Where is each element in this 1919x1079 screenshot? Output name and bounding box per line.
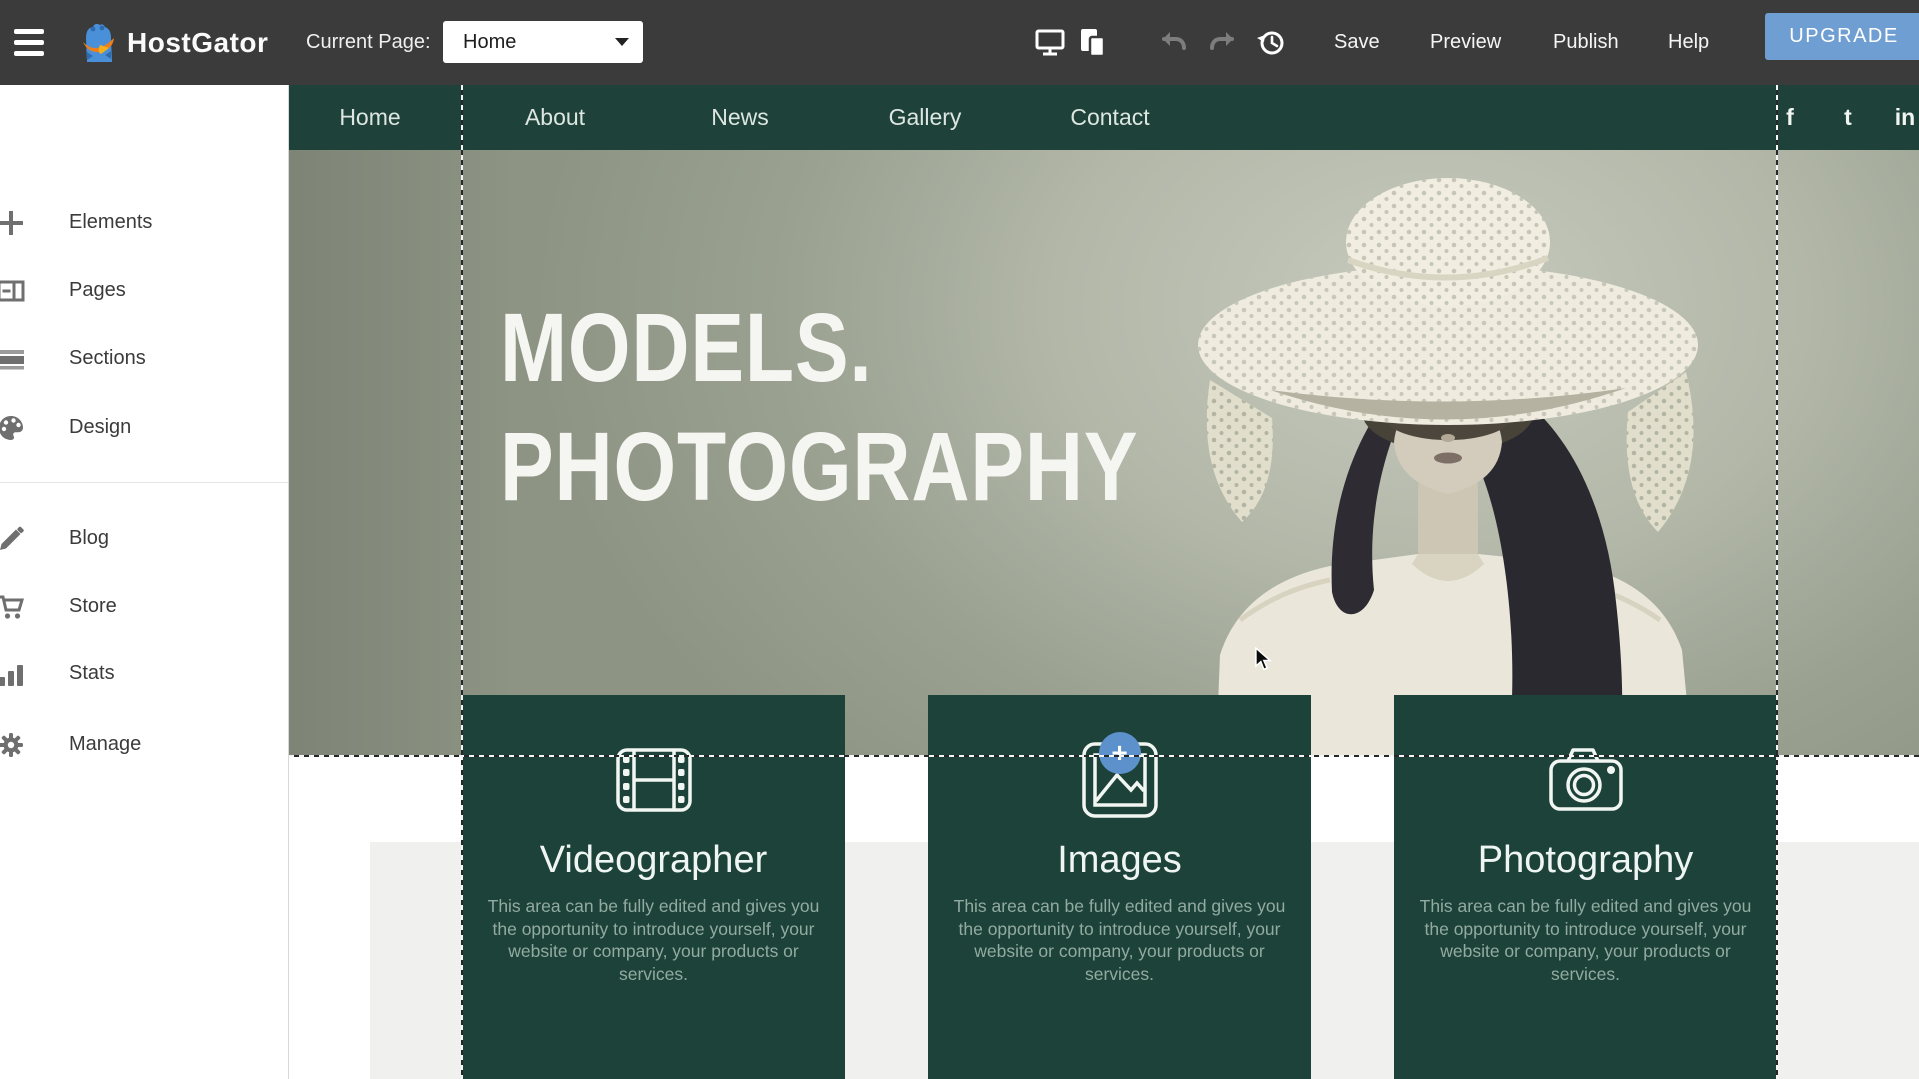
hostgator-gator-icon xyxy=(80,22,118,63)
linkedin-icon[interactable]: in xyxy=(1895,85,1915,150)
hero-section[interactable]: MODELS. PHOTOGRAPHY xyxy=(289,150,1919,755)
desktop-view-icon[interactable] xyxy=(1034,0,1066,85)
site-nav-contact[interactable]: Contact xyxy=(1070,85,1149,150)
card-body: This area can be fully edited and gives … xyxy=(954,895,1286,985)
current-page-label: Current Page: xyxy=(306,0,431,85)
sidebar-item-pages[interactable]: Pages xyxy=(0,270,288,310)
site-nav-home[interactable]: Home xyxy=(339,85,400,150)
twitter-icon[interactable]: t xyxy=(1844,85,1852,150)
hero-model-photo xyxy=(1180,150,1820,755)
plus-icon xyxy=(0,209,25,237)
page-selector-value: Home xyxy=(463,31,516,54)
site-menu-bar: Home About News Gallery Contact f t in xyxy=(289,85,1919,150)
site-nav-gallery[interactable]: Gallery xyxy=(889,85,962,150)
hostgator-website-builder: HostGator Current Page: Home xyxy=(0,0,1919,1079)
cart-icon xyxy=(0,593,25,621)
redo-icon[interactable] xyxy=(1208,0,1236,85)
hostgator-logo[interactable]: HostGator xyxy=(80,0,268,85)
card-body: This area can be fully edited and gives … xyxy=(488,895,820,985)
stats-icon xyxy=(0,660,25,688)
help-button[interactable]: Help xyxy=(1668,0,1709,85)
editor-sidebar: Elements Pages Sections xyxy=(0,85,289,1079)
site-canvas: Home About News Gallery Contact f t in M… xyxy=(289,85,1919,1079)
publish-button[interactable]: Publish xyxy=(1553,0,1619,85)
brand-name: HostGator xyxy=(127,27,268,59)
sidebar-item-sections[interactable]: Sections xyxy=(0,338,288,378)
mobile-tablet-view-icon[interactable] xyxy=(1078,0,1108,85)
card-title: Images xyxy=(928,838,1311,882)
upgrade-button[interactable]: UPGRADE xyxy=(1765,13,1919,60)
gear-icon xyxy=(0,731,25,759)
save-button[interactable]: Save xyxy=(1334,0,1380,85)
sidebar-item-blog[interactable]: Blog xyxy=(0,518,288,558)
sidebar-item-manage[interactable]: Manage xyxy=(0,724,288,764)
sidebar-divider xyxy=(0,482,288,483)
facebook-icon[interactable]: f xyxy=(1786,85,1794,150)
site-nav-news[interactable]: News xyxy=(711,85,769,150)
camera-icon xyxy=(1548,746,1624,814)
page-selector-dropdown[interactable]: Home xyxy=(443,21,643,63)
pages-icon xyxy=(0,277,25,305)
sections-icon xyxy=(0,345,25,373)
sidebar-item-design[interactable]: Design xyxy=(0,407,288,447)
card-photography[interactable]: Photography This area can be fully edite… xyxy=(1394,695,1777,1079)
undo-icon[interactable] xyxy=(1160,0,1188,85)
hamburger-menu-icon[interactable] xyxy=(12,0,46,85)
history-icon[interactable] xyxy=(1256,0,1286,85)
sidebar-item-store[interactable]: Store xyxy=(0,586,288,626)
pencil-icon xyxy=(0,525,25,553)
preview-button[interactable]: Preview xyxy=(1430,0,1501,85)
film-icon xyxy=(616,748,692,812)
card-title: Videographer xyxy=(462,838,845,882)
top-toolbar: HostGator Current Page: Home xyxy=(0,0,1919,85)
hero-title[interactable]: MODELS. PHOTOGRAPHY xyxy=(500,288,1138,526)
card-images[interactable]: + Images This area can be fully edited a… xyxy=(928,695,1311,1079)
card-title: Photography xyxy=(1394,838,1777,882)
chevron-down-icon xyxy=(615,38,629,46)
sidebar-item-stats[interactable]: Stats xyxy=(0,653,288,693)
sidebar-item-elements[interactable]: Elements xyxy=(0,202,288,242)
site-nav-about[interactable]: About xyxy=(525,85,585,150)
card-videographer[interactable]: Videographer This area can be fully edit… xyxy=(462,695,845,1079)
add-image-badge-icon[interactable]: + xyxy=(1099,732,1141,774)
card-body: This area can be fully edited and gives … xyxy=(1420,895,1752,985)
palette-icon xyxy=(0,414,25,442)
